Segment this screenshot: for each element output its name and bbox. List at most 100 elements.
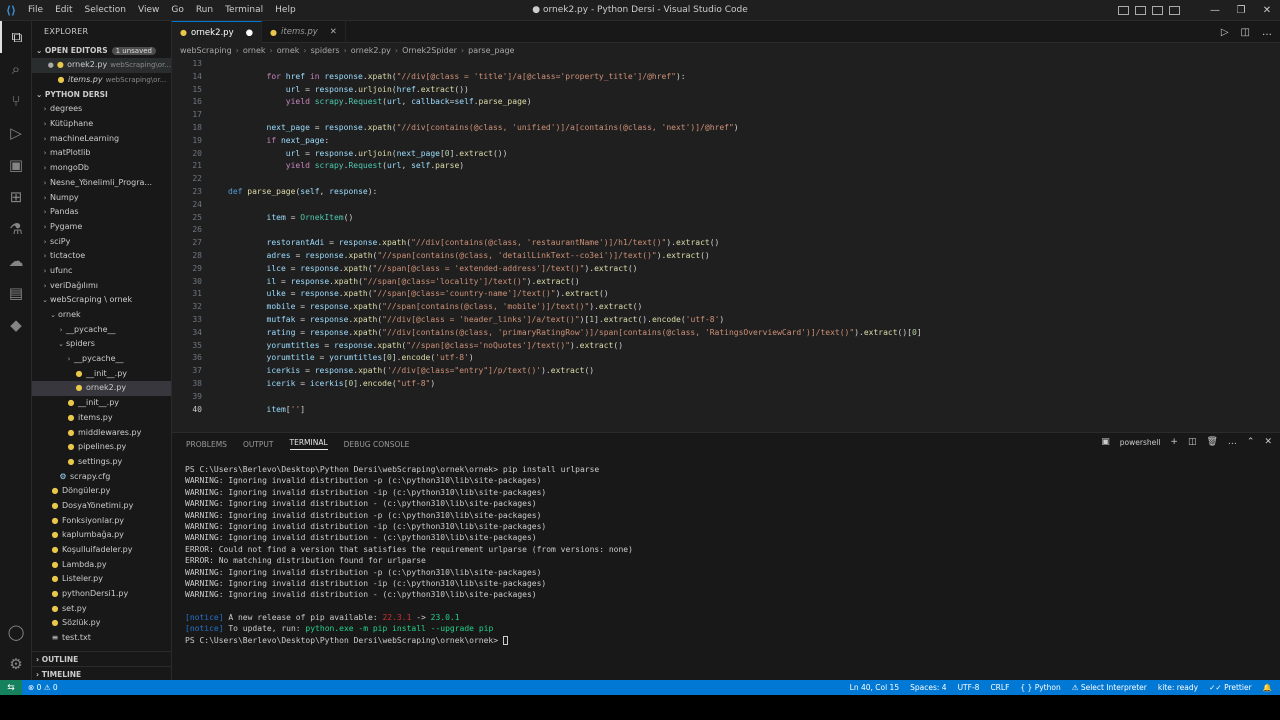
terminal-output[interactable]: PS C:\Users\Berlevo\Desktop\Python Dersi… [172, 455, 1280, 646]
code-content[interactable]: rating = response.xpath("//div[contains(… [228, 327, 922, 340]
breadcrumb-item[interactable]: ornek2.py [351, 46, 391, 55]
kite-status[interactable]: kite: ready [1158, 683, 1198, 692]
code-content[interactable]: yorumtitles = response.xpath("//span[@cl… [228, 340, 623, 353]
minimize-icon[interactable]: — [1202, 5, 1228, 16]
more-actions-icon[interactable]: … [1262, 27, 1272, 38]
tab-terminal[interactable]: TERMINAL [289, 438, 328, 450]
language-mode[interactable]: { } Python [1020, 683, 1060, 692]
tree-item[interactable]: ● items.py [32, 411, 171, 426]
code-line[interactable]: 31 ulke = response.xpath("//span[@class=… [172, 288, 1280, 301]
tree-item[interactable]: ● set.py [32, 602, 171, 617]
tree-item[interactable]: ● Lambda.py [32, 558, 171, 573]
code-content[interactable]: next_page = response.xpath("//div[contai… [228, 122, 739, 135]
code-content[interactable]: mobile = response.xpath("//span[contains… [228, 301, 643, 314]
notebook-icon[interactable]: ▤ [0, 277, 32, 309]
code-line[interactable]: 34 rating = response.xpath("//div[contai… [172, 327, 1280, 340]
tree-item[interactable]: ● pythonDersi1.py [32, 587, 171, 602]
code-content[interactable]: def parse_page(self, response): [228, 186, 377, 199]
tab-problems[interactable]: PROBLEMS [186, 440, 227, 449]
terminal-shell-label[interactable]: powershell [1120, 438, 1161, 447]
tree-item[interactable]: ● DosyaYönetimi.py [32, 499, 171, 514]
menu-item-edit[interactable]: Edit [49, 5, 78, 15]
code-line[interactable]: 13 [172, 58, 1280, 71]
code-content[interactable]: url = response.urljoin(next_page[0].extr… [228, 148, 508, 161]
code-line[interactable]: 14 for href in response.xpath("//div[@cl… [172, 71, 1280, 84]
kill-terminal-icon[interactable]: 🗑 [1206, 437, 1217, 447]
tree-item[interactable]: ● ornek2.py [32, 381, 171, 397]
code-line[interactable]: 15 url = response.urljoin(href.extract()… [172, 84, 1280, 97]
search-icon[interactable]: ⌕ [0, 53, 32, 85]
close-panel-icon[interactable]: ✕ [1264, 437, 1272, 447]
menu-item-run[interactable]: Run [190, 5, 219, 15]
breadcrumb-item[interactable]: spiders [311, 46, 340, 55]
code-content[interactable]: url = response.urljoin(href.extract()) [228, 84, 469, 97]
menu-item-file[interactable]: File [22, 5, 49, 15]
open-editor-item[interactable]: ● ● ornek2.py webScraping\or... [32, 58, 171, 73]
code-content[interactable]: ulke = response.xpath("//span[@class='co… [228, 288, 609, 301]
unsaved-dot-icon[interactable]: ● [46, 58, 56, 73]
more-panel-icon[interactable]: … [1228, 437, 1237, 447]
menu-item-go[interactable]: Go [165, 5, 189, 15]
unsaved-dot-icon[interactable]: ● [246, 28, 253, 38]
tree-item[interactable]: ⌄ spiders [32, 337, 171, 352]
tree-item[interactable]: › ufunc [32, 264, 171, 279]
tree-item[interactable]: › veriDağılımı [32, 279, 171, 294]
testing-icon[interactable]: ⚗ [0, 213, 32, 245]
code-content[interactable]: icerik = icerkis[0].encode("utf-8") [228, 378, 436, 391]
tree-item[interactable]: › Numpy [32, 191, 171, 206]
code-content[interactable]: adres = response.xpath("//span[contains(… [228, 250, 710, 263]
docker-icon[interactable]: ☁ [0, 245, 32, 277]
kite-icon[interactable]: ◆ [0, 309, 32, 341]
tree-item[interactable]: › tictactoe [32, 249, 171, 264]
timeline-section[interactable]: › TIMELINE [32, 666, 171, 680]
code-line[interactable]: 22 [172, 173, 1280, 186]
tree-item[interactable]: ⌄ webScraping \ ornek [32, 293, 171, 308]
tree-item[interactable]: ● __init__.py [32, 367, 171, 382]
tree-item[interactable]: ● kaplumbağa.py [32, 528, 171, 543]
tab-ornek2[interactable]: ● ornek2.py ● [172, 21, 263, 43]
code-line[interactable]: 26 [172, 224, 1280, 237]
tab-items[interactable]: ● items.py ✕ [262, 21, 346, 43]
toggle-secondary-sidebar-icon[interactable] [1152, 6, 1163, 15]
indentation[interactable]: Spaces: 4 [910, 683, 946, 692]
code-content[interactable]: mutfak = response.xpath("//div[@class = … [228, 314, 725, 327]
code-line[interactable]: 21 yield scrapy.Request(url, self.parse) [172, 160, 1280, 173]
select-interpreter[interactable]: ⚠ Select Interpreter [1072, 683, 1147, 692]
code-line[interactable]: 30 il = response.xpath("//span[@class='l… [172, 276, 1280, 289]
code-line[interactable]: 23 def parse_page(self, response): [172, 186, 1280, 199]
code-content[interactable]: icerkis = response.xpath('//div[@class="… [228, 365, 595, 378]
tree-item[interactable]: › sciPy [32, 235, 171, 250]
breadcrumb-item[interactable]: Ornek2Spider [402, 46, 457, 55]
tree-item[interactable]: › mongoDb [32, 161, 171, 176]
tree-item[interactable]: ● __init__.py [32, 396, 171, 411]
explorer-icon[interactable]: ⧉ [0, 21, 32, 53]
tree-item[interactable]: › Nesne_Yönelimli_Progra... [32, 176, 171, 191]
tree-item[interactable]: › matPlotlib [32, 146, 171, 161]
code-content[interactable]: yorumtitle = yorumtitles[0].encode('utf-… [228, 352, 474, 365]
tree-item[interactable]: › degrees [32, 102, 171, 117]
tree-item[interactable]: › Pygame [32, 220, 171, 235]
breadcrumb-item[interactable]: webScraping [180, 46, 232, 55]
toggle-panel-icon[interactable] [1135, 6, 1146, 15]
tree-item[interactable]: ● Fonksiyonlar.py [32, 514, 171, 529]
code-content[interactable]: if next_page: [228, 135, 330, 148]
code-line[interactable]: 19 if next_page: [172, 135, 1280, 148]
tab-output[interactable]: OUTPUT [243, 440, 274, 449]
problems-status[interactable]: ⊗ 0 ⚠ 0 [28, 683, 58, 692]
code-line[interactable]: 33 mutfak = response.xpath("//div[@class… [172, 314, 1280, 327]
tree-item[interactable]: › __pycache__ [32, 323, 171, 338]
close-window-icon[interactable]: ✕ [1254, 5, 1280, 16]
tree-item[interactable]: › Kütüphane [32, 117, 171, 132]
menu-item-view[interactable]: View [132, 5, 165, 15]
account-icon[interactable]: ◯ [0, 616, 32, 648]
run-file-icon[interactable]: ▷ [1221, 27, 1229, 38]
outline-section[interactable]: › OUTLINE [32, 651, 171, 666]
code-line[interactable]: 18 next_page = response.xpath("//div[con… [172, 122, 1280, 135]
code-content[interactable]: yield scrapy.Request(url, callback=self.… [228, 96, 532, 109]
customize-layout-icon[interactable] [1169, 6, 1180, 15]
tree-item[interactable]: ● Listeler.py [32, 572, 171, 587]
code-line[interactable]: 24 [172, 199, 1280, 212]
breadcrumb-item[interactable]: parse_page [468, 46, 514, 55]
code-line[interactable]: 35 yorumtitles = response.xpath("//span[… [172, 340, 1280, 353]
code-line[interactable]: 39 [172, 391, 1280, 404]
